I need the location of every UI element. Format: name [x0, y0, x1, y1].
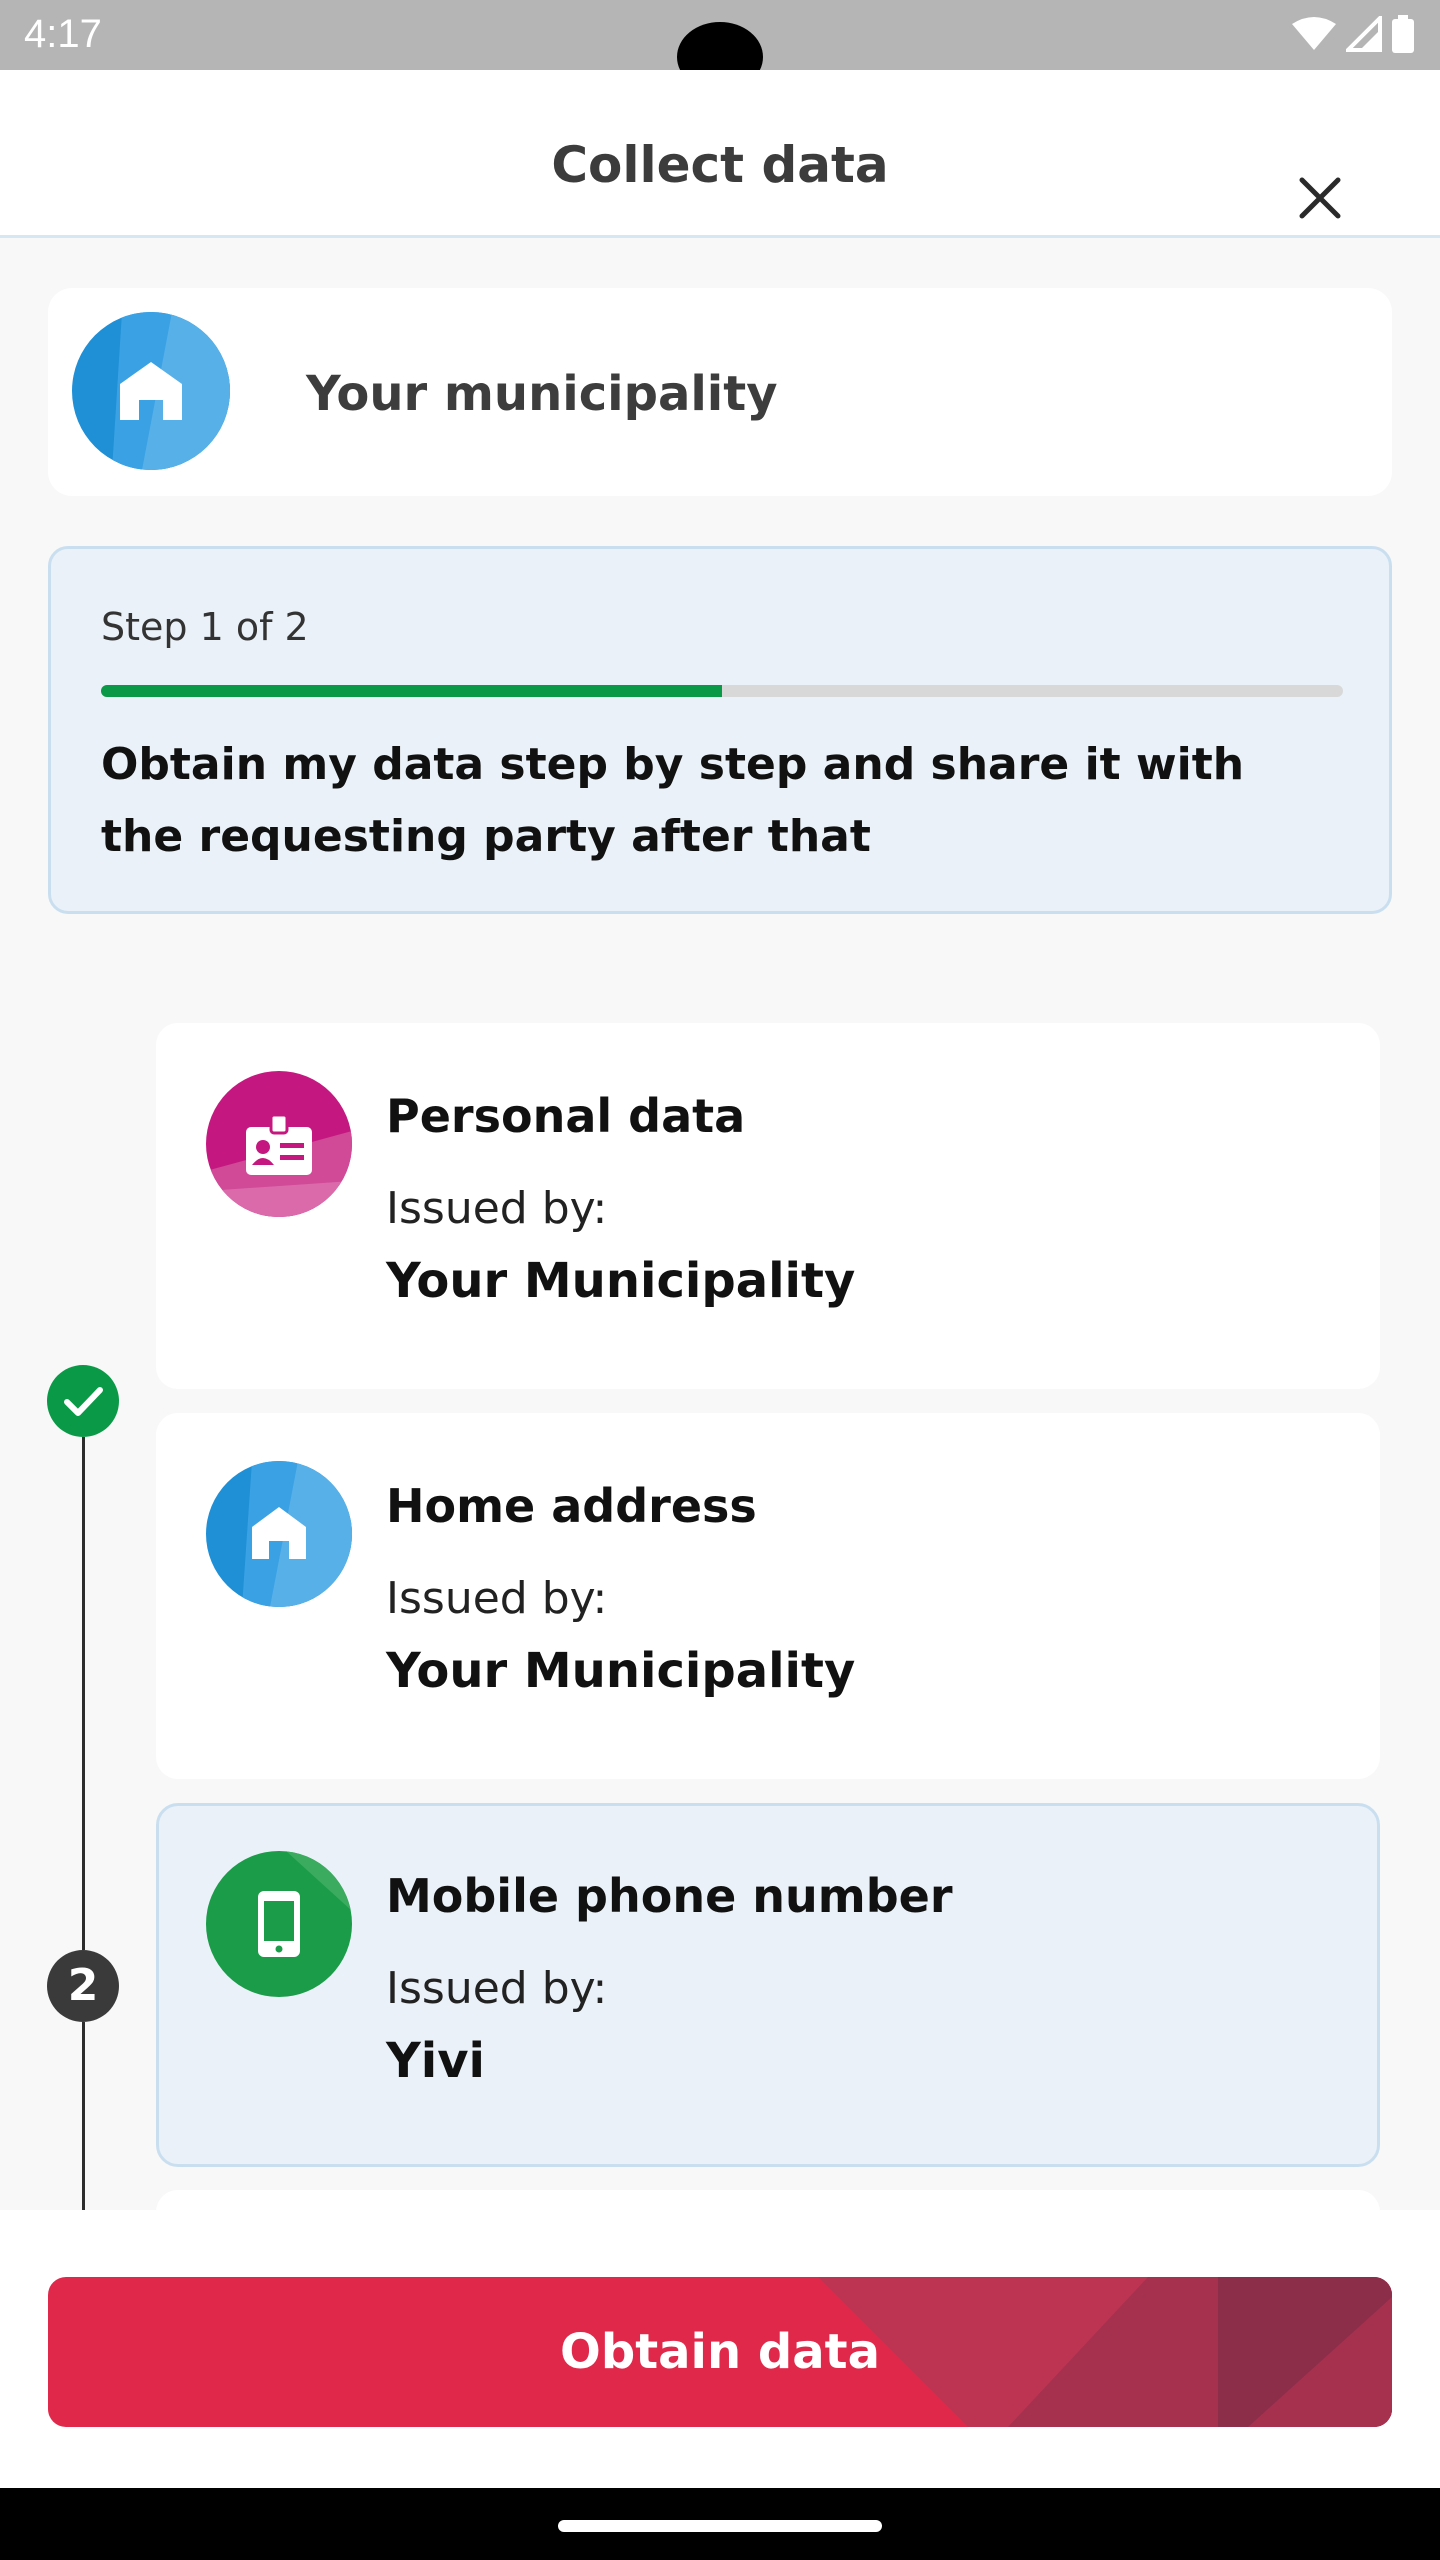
- timeline-connector: [82, 1437, 85, 1950]
- step-two-badge: 2: [47, 1950, 119, 2022]
- credential-card-home-address[interactable]: Home address Issued by: Your Municipalit…: [156, 1413, 1380, 1779]
- municipality-logo-icon: [72, 312, 230, 470]
- credential-issuer: Yivi: [386, 2033, 485, 2089]
- obtain-data-button-label: Obtain data: [560, 2324, 880, 2380]
- credential-issuer: Your Municipality: [386, 1643, 856, 1699]
- battery-icon: [1392, 15, 1414, 53]
- requesting-party-card: Your municipality: [48, 288, 1392, 496]
- app-header: Collect data: [0, 70, 1440, 238]
- step-indicator: Step 1 of 2: [101, 605, 309, 649]
- home-gesture-handle[interactable]: [558, 2520, 882, 2532]
- credential-title: Personal data: [386, 1089, 746, 1143]
- issued-by-label: Issued by:: [386, 1573, 608, 1624]
- close-icon[interactable]: [1290, 168, 1350, 228]
- progress-bar: [101, 685, 1343, 697]
- step-complete-check-icon: [47, 1365, 119, 1437]
- status-time: 4:17: [24, 12, 102, 56]
- issued-by-label: Issued by:: [386, 1963, 608, 2014]
- timeline-connector: [82, 2022, 85, 2212]
- credential-title: Home address: [386, 1479, 757, 1533]
- bottom-action-bar: Obtain data: [0, 2210, 1440, 2488]
- status-bar: 4:17: [0, 0, 1440, 92]
- progress-card: Step 1 of 2 Obtain my data step by step …: [48, 546, 1392, 914]
- credential-title: Mobile phone number: [386, 1869, 953, 1923]
- wifi-icon: [1292, 17, 1336, 50]
- mobile-phone-icon: [206, 1851, 352, 1997]
- credential-card-mobile-phone[interactable]: Mobile phone number Issued by: Yivi: [156, 1803, 1380, 2167]
- progress-bar-fill: [101, 685, 722, 697]
- id-badge-icon: [206, 1071, 352, 1217]
- system-navigation-bar: [0, 2488, 1440, 2560]
- requesting-party-name: Your municipality: [306, 366, 778, 422]
- page-title: Collect data: [551, 136, 889, 194]
- obtain-data-button[interactable]: Obtain data: [48, 2277, 1392, 2427]
- credential-issuer: Your Municipality: [386, 1253, 856, 1309]
- issued-by-label: Issued by:: [386, 1183, 608, 1234]
- progress-description: Obtain my data step by step and share it…: [101, 739, 1245, 862]
- signal-icon: [1346, 16, 1382, 52]
- system-icons: [1292, 14, 1414, 54]
- credential-card-personal-data[interactable]: Personal data Issued by: Your Municipali…: [156, 1023, 1380, 1389]
- home-icon: [206, 1461, 352, 1607]
